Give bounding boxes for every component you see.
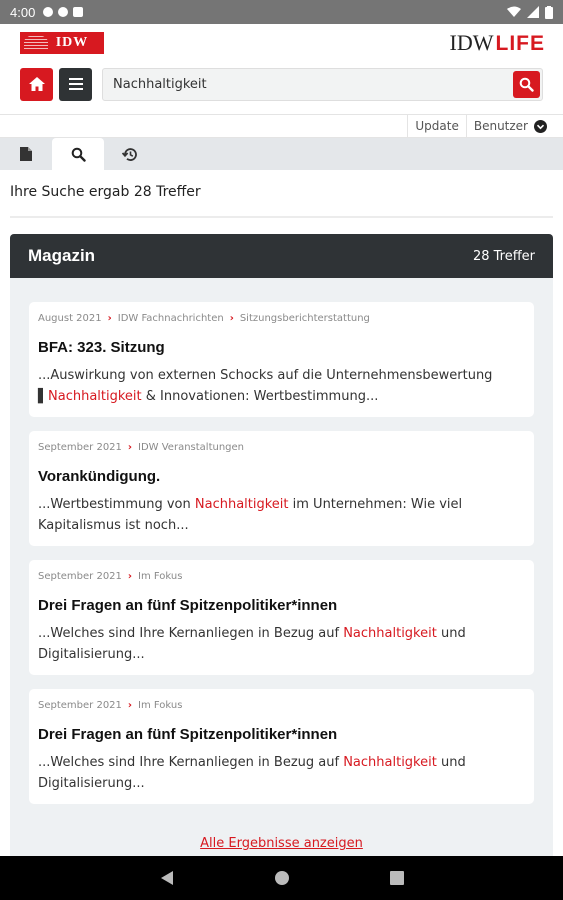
search-row xyxy=(0,62,563,106)
result-title[interactable]: Drei Fragen an fünf Spitzenpolitiker*inn… xyxy=(38,597,525,614)
search-input[interactable] xyxy=(113,76,542,92)
panel-header: Magazin 28 Treffer xyxy=(10,234,553,278)
notification-icon xyxy=(43,7,54,17)
battery-icon xyxy=(545,5,553,19)
app-notification-icon xyxy=(58,7,69,17)
result-breadcrumb: September 2021 › Im Fokus xyxy=(38,571,525,582)
result-title[interactable]: Drei Fragen an fünf Spitzenpolitiker*inn… xyxy=(38,726,525,743)
chevron-right-icon: › xyxy=(127,571,133,582)
snippet-text: & Innovationen: Wertbestimmung... xyxy=(141,389,379,404)
snippet-text: ...Welches sind Ihre Kernanliegen in Bez… xyxy=(38,755,344,770)
tab-search[interactable] xyxy=(52,138,104,170)
search-icon xyxy=(519,77,534,92)
result-snippet: ...Welches sind Ihre Kernanliegen in Bez… xyxy=(38,623,525,665)
search-term-highlight: Nachhaltigkeit xyxy=(48,389,142,404)
home-button[interactable] xyxy=(20,67,53,101)
breadcrumb-item: IDW Fachnachrichten xyxy=(117,313,224,324)
storage-icon xyxy=(73,7,84,17)
breadcrumb-item: Im Fokus xyxy=(138,571,183,582)
breadcrumb-item: September 2021 xyxy=(38,571,122,582)
back-icon[interactable] xyxy=(160,870,174,886)
chevron-down-icon xyxy=(534,119,547,133)
snippet-text: ...Wertbestimmung von xyxy=(38,497,195,512)
panel-hit-count: 28 Treffer xyxy=(472,248,535,264)
signal-icon xyxy=(527,6,539,18)
document-icon xyxy=(20,147,32,161)
search-term-highlight: Nachhaltigkeit xyxy=(194,497,289,512)
breadcrumb-item: Sitzungsberichterstattung xyxy=(239,313,370,324)
home-nav-icon[interactable] xyxy=(274,870,290,886)
breadcrumb-item: Im Fokus xyxy=(138,700,183,711)
result-title[interactable]: BFA: 323. Sitzung xyxy=(38,339,525,356)
result-snippet: ...Wertbestimmung von Nachhaltigkeit im … xyxy=(38,494,525,536)
panel-title: Magazin xyxy=(28,246,96,265)
user-bar: Update Benutzer xyxy=(0,114,563,138)
result-card[interactable]: August 2021 › IDW Fachnachrichten › Sitzungs… xyxy=(29,302,534,417)
hamburger-icon xyxy=(68,78,83,90)
overview-icon[interactable] xyxy=(389,871,404,885)
chevron-right-icon: › xyxy=(127,442,133,453)
home-icon xyxy=(28,77,45,91)
search-icon xyxy=(71,147,86,162)
chevron-right-icon: › xyxy=(229,313,234,324)
chevron-right-icon: › xyxy=(127,700,133,711)
result-title[interactable]: Vorankündigung. xyxy=(38,468,525,485)
result-snippet: ...Welches sind Ihre Kernanliegen in Bez… xyxy=(38,752,525,794)
snippet-text: ...Welches sind Ihre Kernanliegen in Bez… xyxy=(38,626,344,641)
wifi-icon xyxy=(507,6,521,17)
search-field[interactable] xyxy=(102,67,543,101)
search-button[interactable] xyxy=(513,70,540,98)
result-card[interactable]: September 2021 › IDW Veranstaltungen Vorank… xyxy=(29,431,534,546)
status-time: 4:00 xyxy=(10,4,36,20)
breadcrumb-item: August 2021 xyxy=(38,313,102,324)
chevron-right-icon: › xyxy=(107,313,112,324)
tab-bar xyxy=(0,138,563,170)
update-button[interactable]: Update xyxy=(407,115,465,137)
breadcrumb-item: IDW Veranstaltungen xyxy=(138,442,245,453)
search-term-highlight: Nachhaltigkeit xyxy=(343,626,437,641)
result-card[interactable]: September 2021 › Im Fokus Drei Fragen an fü… xyxy=(29,560,534,675)
idw-life-logo: IDW LIFE xyxy=(449,30,545,55)
brand-header: IDW IDW LIFE xyxy=(0,24,563,62)
system-nav-bar xyxy=(0,856,563,900)
results-panel-magazin: Magazin 28 Treffer August 2021 › IDW Fachn… xyxy=(10,234,553,859)
search-results-content: Ihre Suche ergab 28 Treffer Magazin 28 T… xyxy=(0,170,563,859)
results-list: August 2021 › IDW Fachnachrichten › Sitzungs… xyxy=(10,278,553,804)
idw-logo[interactable]: IDW xyxy=(20,32,104,54)
result-summary: Ihre Suche ergab 28 Treffer xyxy=(10,170,553,218)
tab-documents[interactable] xyxy=(0,138,52,170)
tab-history[interactable] xyxy=(104,138,156,170)
result-breadcrumb: September 2021 › Im Fokus xyxy=(38,700,525,711)
history-icon xyxy=(122,147,137,161)
result-snippet: ...Auswirkung von externen Schocks auf d… xyxy=(38,365,525,407)
breadcrumb-item: September 2021 xyxy=(38,442,122,453)
show-all-results-link[interactable]: Alle Ergebnisse anzeigen xyxy=(200,836,363,851)
result-breadcrumb: August 2021 › IDW Fachnachrichten › Sitzungs… xyxy=(38,313,525,324)
user-menu-button[interactable]: Benutzer xyxy=(465,115,563,137)
menu-button[interactable] xyxy=(59,67,92,101)
user-menu-label: Benutzer xyxy=(473,119,528,133)
breadcrumb-item: September 2021 xyxy=(38,700,122,711)
status-bar: 4:00 xyxy=(0,0,563,24)
result-breadcrumb: September 2021 › IDW Veranstaltungen xyxy=(38,442,525,453)
result-card[interactable]: September 2021 › Im Fokus Drei Fragen an fü… xyxy=(29,689,534,804)
search-term-highlight: Nachhaltigkeit xyxy=(343,755,437,770)
